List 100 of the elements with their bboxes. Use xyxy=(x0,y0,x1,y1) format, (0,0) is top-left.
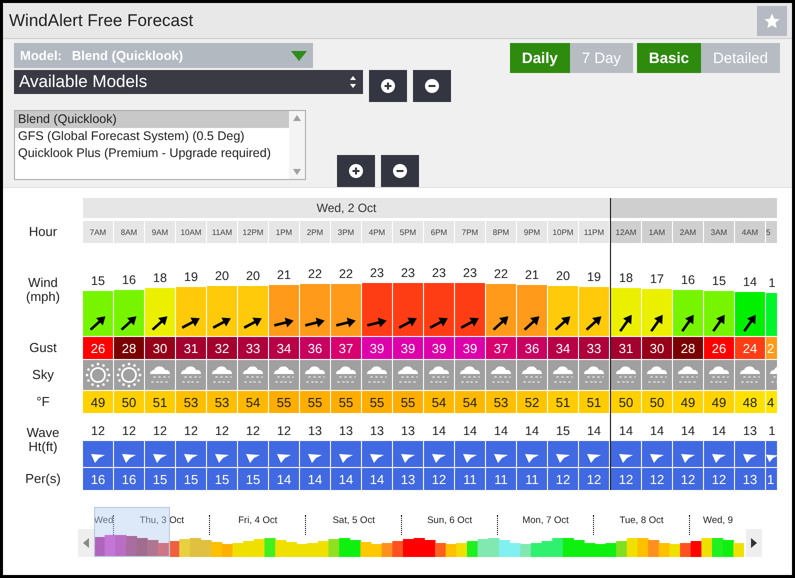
hour-cell: 7AM xyxy=(83,221,113,243)
wave-height: 13 xyxy=(308,423,322,439)
wind-speed: 17 xyxy=(650,270,664,287)
wave-direction-icon xyxy=(339,454,353,463)
minus-icon xyxy=(425,79,439,93)
wave-direction-icon xyxy=(556,454,570,463)
hour-cell: 10PM xyxy=(548,221,578,243)
model-option[interactable]: Quicklook Plus (Premium - Upgrade required) xyxy=(15,145,289,162)
remove-button[interactable] xyxy=(413,70,451,102)
period-cell: 12 xyxy=(642,468,672,490)
temperature-cell: 4 xyxy=(766,391,777,413)
wave-height: 13 xyxy=(339,423,353,439)
wave-height: 14 xyxy=(681,423,695,439)
period-cell: 11 xyxy=(486,468,516,490)
wave-height: 12 xyxy=(122,423,136,439)
scroll-right-button[interactable] xyxy=(746,529,762,557)
period-cell: 12 xyxy=(548,468,578,490)
wave-height: 14 xyxy=(463,423,477,439)
view-tab[interactable]: Basic xyxy=(636,43,701,73)
model-option[interactable]: GFS (Global Forecast System) (0.5 Deg) xyxy=(15,128,289,145)
period-cell: 12 xyxy=(611,468,641,490)
wave-direction-icon xyxy=(246,454,260,463)
wind-speed: 18 xyxy=(619,270,633,286)
gust-cell: 33 xyxy=(238,337,268,359)
hour-cell: 5 xyxy=(766,221,777,243)
period-cell: 16 xyxy=(114,468,144,490)
wave-direction-icon xyxy=(370,454,384,463)
range-selector[interactable] xyxy=(94,507,170,557)
gust-cell: 39 xyxy=(455,337,485,359)
wind-speed: 1 xyxy=(768,275,776,292)
wind-speed: 14 xyxy=(743,274,757,290)
wave-height: 12 xyxy=(91,423,105,439)
temperature-cell: 51 xyxy=(145,391,175,413)
model-option[interactable]: Blend (Quicklook) xyxy=(15,111,289,128)
row-label: Per(s) xyxy=(25,472,61,486)
period-cell: 14 xyxy=(331,468,361,490)
period-cell: 13 xyxy=(735,468,765,490)
temperature-cell: 51 xyxy=(548,391,578,413)
hour-cell: 10AM xyxy=(176,221,206,243)
gust-cell: 34 xyxy=(548,337,578,359)
scroll-left-button[interactable] xyxy=(78,529,94,557)
wave-direction-icon xyxy=(766,454,777,463)
add-button[interactable] xyxy=(369,70,407,102)
temperature-cell: 50 xyxy=(642,391,672,413)
temperature-cell: 55 xyxy=(362,391,392,413)
wave-height: 14 xyxy=(587,423,601,439)
hour-cell: 3PM xyxy=(331,221,361,243)
day-header: Wed, 2 Oct xyxy=(83,198,610,218)
wave-direction-icon xyxy=(308,454,322,463)
wave-height: 12 xyxy=(246,423,260,439)
wind-speed: 20 xyxy=(246,268,260,284)
timeline-day: Tue, 8 Oct xyxy=(620,515,664,526)
wave-direction-icon xyxy=(681,454,695,463)
gust-cell: 36 xyxy=(300,337,330,359)
wave-direction-icon xyxy=(277,454,291,463)
wave-height: 12 xyxy=(277,423,291,439)
row-label: Hour xyxy=(28,225,58,239)
hour-cell: 8AM xyxy=(114,221,144,243)
gust-cell: 24 xyxy=(735,337,765,359)
remove-button[interactable] xyxy=(381,155,419,187)
gust-cell: 39 xyxy=(424,337,454,359)
scrollbar[interactable] xyxy=(289,111,305,179)
wind-speed: 23 xyxy=(432,264,446,281)
add-button[interactable] xyxy=(337,155,375,187)
hour-cell: 3AM xyxy=(704,221,734,243)
timeline-day: Thu, 3 Oct xyxy=(140,515,184,526)
wind-speed: 19 xyxy=(587,269,601,286)
models-select[interactable]: Available Models xyxy=(14,70,363,94)
row-label: Wave Ht(ft) xyxy=(26,426,60,456)
wind-speed: 16 xyxy=(681,272,695,288)
wave-direction-icon xyxy=(494,454,508,463)
period-cell: 14 xyxy=(269,468,299,490)
gust-cell: 28 xyxy=(114,337,144,359)
temperature-cell: 55 xyxy=(300,391,330,413)
hour-cell: 4AM xyxy=(735,221,765,243)
hour-cell: 1PM xyxy=(269,221,299,243)
wind-speed: 19 xyxy=(184,269,198,286)
timeline-day: Wed, 9 xyxy=(703,515,733,526)
period-cell: 11 xyxy=(517,468,547,490)
wind-speed: 18 xyxy=(153,270,167,286)
hour-cell: 7PM xyxy=(455,221,485,243)
wind-speed: 16 xyxy=(122,272,136,288)
hour-cell: 6PM xyxy=(424,221,454,243)
range-tab[interactable]: Daily xyxy=(510,43,570,73)
temperature-cell: 54 xyxy=(455,391,485,413)
gust-cell: 32 xyxy=(207,337,237,359)
period-cell: 12 xyxy=(673,468,703,490)
hour-cell: 4PM xyxy=(362,221,392,243)
period-cell: 14 xyxy=(300,468,330,490)
wind-speed: 20 xyxy=(556,268,570,284)
period-cell: 12 xyxy=(424,468,454,490)
wave-height: 12 xyxy=(184,423,198,439)
wave-height: 14 xyxy=(432,423,446,439)
wave-height: 13 xyxy=(743,423,757,439)
timeline-day: Fri, 4 Oct xyxy=(238,515,278,526)
gust-cell: 31 xyxy=(176,337,206,359)
row-label: Gust xyxy=(29,340,57,354)
temperature-cell: 55 xyxy=(331,391,361,413)
star-icon xyxy=(763,12,781,30)
wave-direction-icon xyxy=(587,454,601,463)
